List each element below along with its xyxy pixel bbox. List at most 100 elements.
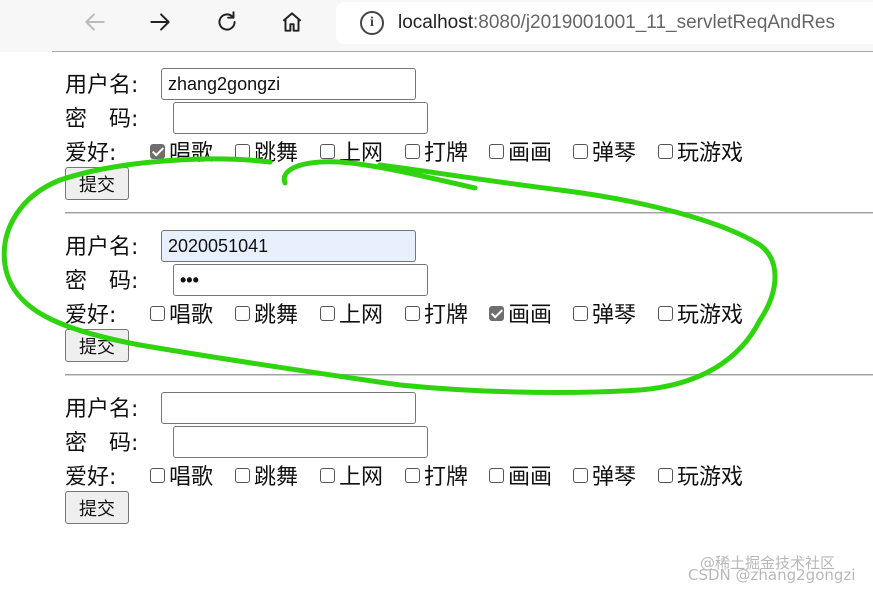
password-input[interactable]: [173, 426, 428, 458]
hobby-checkbox[interactable]: [489, 143, 504, 159]
form-divider: [65, 374, 873, 376]
hobby-games[interactable]: 玩游戏: [658, 134, 743, 168]
form-divider: [65, 212, 873, 214]
hobby-dance[interactable]: 跳舞: [235, 134, 298, 168]
hobby-row: 爱好:: [65, 134, 116, 168]
hobby-option-label: 上网: [339, 465, 384, 490]
hobby-checkbox[interactable]: [658, 467, 673, 483]
hobby-option-label: 画画: [508, 465, 553, 490]
hobby-piano[interactable]: 弹琴: [573, 458, 636, 492]
hobby-option-label: 弹琴: [592, 465, 637, 490]
reload-button[interactable]: [209, 4, 245, 40]
password-label: 密 码:: [65, 431, 139, 456]
hobby-piano[interactable]: 弹琴: [573, 296, 636, 330]
hobby-checkbox[interactable]: [320, 467, 335, 483]
hobby-option-label: 打牌: [424, 465, 469, 490]
password-input[interactable]: [173, 102, 428, 134]
watermark-csdn: CSDN @zhang2gongzi: [688, 566, 856, 584]
hobby-checkbox[interactable]: [320, 305, 335, 321]
password-input[interactable]: •••: [173, 264, 428, 296]
hobby-checkbox[interactable]: [489, 305, 504, 321]
url-text[interactable]: localhost:8080/j2019001001_11_servletReq…: [398, 12, 835, 34]
hobby-checkbox[interactable]: [150, 467, 165, 483]
hobby-sing[interactable]: 唱歌: [150, 458, 213, 492]
hobby-painting[interactable]: 画画: [489, 296, 552, 330]
toolbar-divider: [52, 51, 873, 52]
username-row: 用户名:: [65, 228, 138, 262]
hobby-checkbox[interactable]: [405, 467, 420, 483]
hobby-checkbox[interactable]: [405, 305, 420, 321]
hobby-games[interactable]: 玩游戏: [658, 296, 743, 330]
hobby-checkbox[interactable]: [235, 305, 250, 321]
hobby-checkbox[interactable]: [658, 143, 673, 159]
hobby-sing[interactable]: 唱歌: [150, 134, 213, 168]
hobby-checkbox[interactable]: [573, 143, 588, 159]
username-label: 用户名:: [65, 73, 139, 98]
hobby-option-label: 唱歌: [169, 141, 214, 166]
submit-button[interactable]: 提交: [65, 329, 129, 362]
hobby-checkbox[interactable]: [658, 305, 673, 321]
home-button[interactable]: [274, 4, 310, 40]
hobby-checkbox[interactable]: [150, 143, 165, 159]
hobby-option-label: 跳舞: [254, 465, 299, 490]
username-input[interactable]: zhang2gongzi: [161, 68, 416, 100]
hobby-sing[interactable]: 唱歌: [150, 296, 213, 330]
hobby-option-label: 弹琴: [592, 303, 637, 328]
hobby-dance[interactable]: 跳舞: [235, 458, 298, 492]
username-label: 用户名:: [65, 397, 139, 422]
hobby-option-label: 上网: [339, 303, 384, 328]
browser-toolbar: i localhost:8080/j2019001001_11_servletR…: [0, 0, 873, 52]
hobby-painting[interactable]: 画画: [489, 134, 552, 168]
submit-button[interactable]: 提交: [65, 167, 129, 200]
hobby-internet[interactable]: 上网: [320, 296, 383, 330]
username-label: 用户名:: [65, 235, 139, 260]
password-row: 密 码:: [65, 424, 138, 458]
hobby-option-label: 画画: [508, 303, 553, 328]
username-input[interactable]: [161, 392, 416, 424]
hobby-label: 爱好:: [65, 141, 117, 166]
hobby-checkbox[interactable]: [573, 467, 588, 483]
submit-button[interactable]: 提交: [65, 491, 129, 524]
password-label: 密 码:: [65, 107, 139, 132]
hobby-checkbox[interactable]: [405, 143, 420, 159]
password-row: 密 码:: [65, 262, 138, 296]
hobby-checkbox[interactable]: [235, 467, 250, 483]
hobby-row: 爱好:: [65, 296, 116, 330]
hobby-piano[interactable]: 弹琴: [573, 134, 636, 168]
forward-button[interactable]: [142, 4, 178, 40]
hobby-option-label: 弹琴: [592, 141, 637, 166]
hobby-cards[interactable]: 打牌: [405, 296, 468, 330]
hobby-internet[interactable]: 上网: [320, 458, 383, 492]
forward-arrow-icon: [150, 13, 170, 31]
back-button[interactable]: [77, 4, 113, 40]
username-input[interactable]: 2020051041: [161, 230, 416, 262]
site-info-icon[interactable]: i: [360, 11, 384, 35]
hobby-checkbox[interactable]: [320, 143, 335, 159]
hobby-checkbox[interactable]: [150, 305, 165, 321]
hobby-option-label: 跳舞: [254, 141, 299, 166]
username-row: 用户名:: [65, 390, 138, 424]
hobby-option-label: 玩游戏: [677, 465, 744, 490]
url-host: localhost: [398, 12, 473, 33]
hobby-option-label: 玩游戏: [677, 141, 744, 166]
hobby-cards[interactable]: 打牌: [405, 134, 468, 168]
hobby-games[interactable]: 玩游戏: [658, 458, 743, 492]
hobby-checkbox[interactable]: [489, 467, 504, 483]
hobby-option-label: 唱歌: [169, 465, 214, 490]
username-row: 用户名:: [65, 66, 138, 100]
hobby-painting[interactable]: 画画: [489, 458, 552, 492]
hobby-internet[interactable]: 上网: [320, 134, 383, 168]
hobby-checkbox[interactable]: [573, 305, 588, 321]
address-bar[interactable]: i localhost:8080/j2019001001_11_servletR…: [336, 2, 873, 44]
hobby-option-label: 画画: [508, 141, 553, 166]
hobby-label: 爱好:: [65, 465, 117, 490]
hobby-checkbox[interactable]: [235, 143, 250, 159]
hobby-label: 爱好:: [65, 303, 117, 328]
url-path: :8080/j2019001001_11_servletReqAndRes: [473, 12, 835, 33]
hobby-option-label: 打牌: [424, 303, 469, 328]
password-row: 密 码:: [65, 100, 138, 134]
hobby-cards[interactable]: 打牌: [405, 458, 468, 492]
hobby-dance[interactable]: 跳舞: [235, 296, 298, 330]
home-icon: [282, 12, 302, 32]
hobby-option-label: 上网: [339, 141, 384, 166]
